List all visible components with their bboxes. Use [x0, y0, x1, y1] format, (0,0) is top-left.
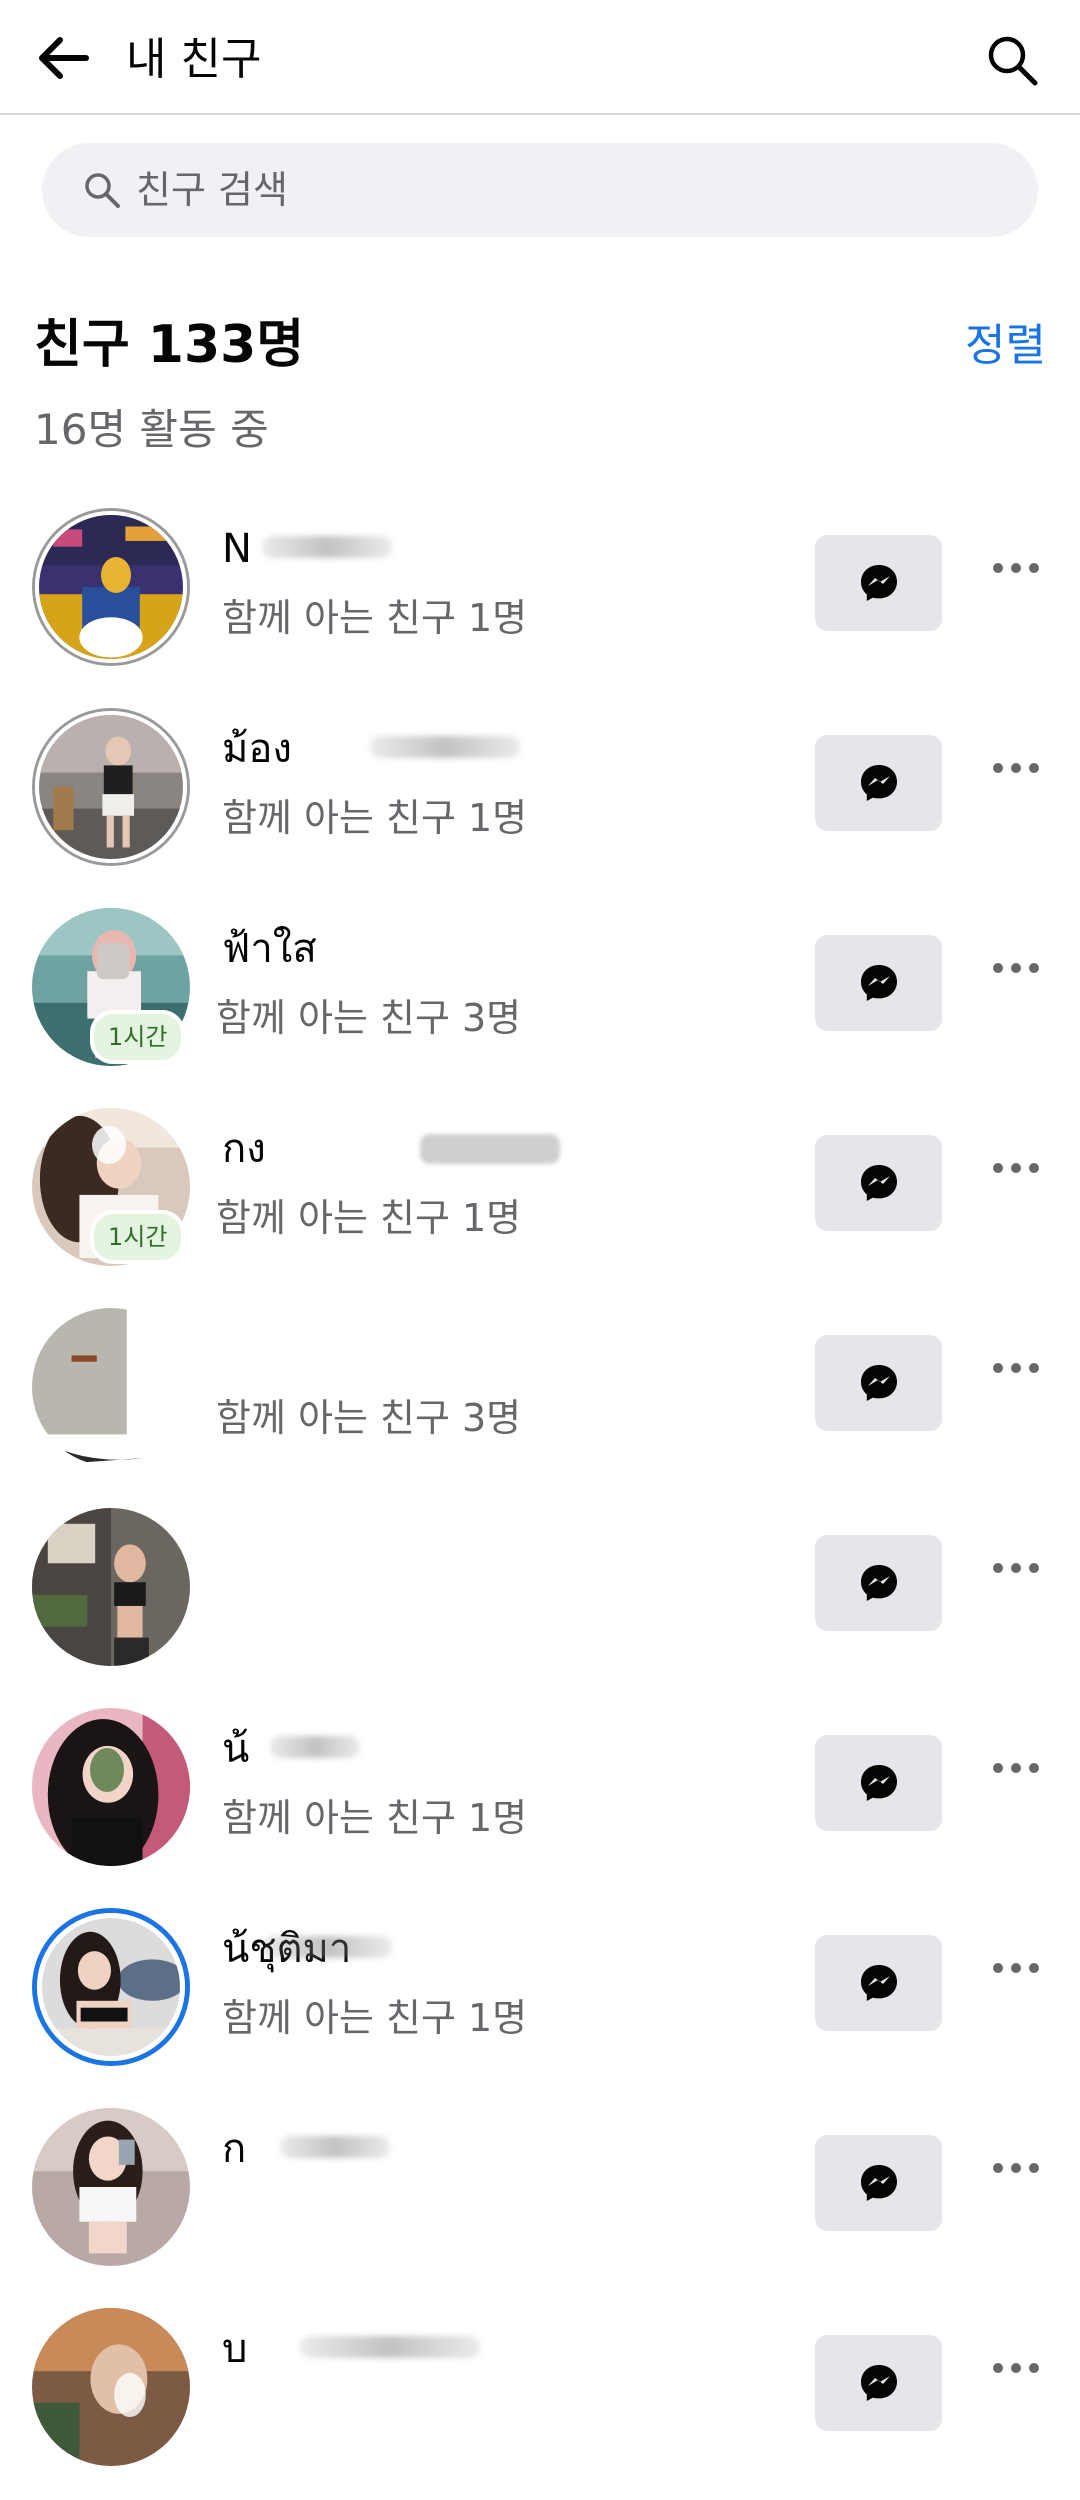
more-options-icon [993, 1363, 1003, 1373]
more-options-button[interactable] [980, 2144, 1052, 2192]
more-options-button[interactable] [980, 544, 1052, 592]
more-options-icon [993, 963, 1003, 973]
avatar[interactable] [32, 508, 190, 666]
more-options-button[interactable] [980, 1344, 1052, 1392]
more-options-button[interactable] [980, 1544, 1052, 1592]
friend-name[interactable]: N [222, 524, 252, 574]
friend-name[interactable]: บ [222, 2324, 247, 2374]
redacted-name [280, 2136, 390, 2158]
message-button[interactable] [815, 1135, 942, 1231]
mutual-friends: 함께 아는 친구 1명 [222, 796, 528, 840]
more-options-button[interactable] [980, 744, 1052, 792]
more-options-icon [993, 2363, 1003, 2373]
message-button[interactable] [815, 2335, 942, 2431]
messenger-icon [860, 565, 897, 601]
redacted-name [262, 536, 392, 558]
message-button[interactable] [815, 535, 942, 631]
message-button[interactable] [815, 1335, 942, 1431]
message-button[interactable] [815, 735, 942, 831]
more-options-icon [993, 763, 1003, 773]
friend-search-bar[interactable] [42, 143, 1038, 237]
friend-row[interactable]: 1시간 ฟ้าใส 함께 아는 친구 3명 [0, 900, 1080, 1100]
active-friends-count: 16명 활동 중 [34, 405, 269, 454]
more-options-button[interactable] [980, 1744, 1052, 1792]
friend-name[interactable]: ก [222, 2124, 246, 2174]
messenger-icon [860, 1965, 897, 2001]
mutual-friends: 함께 아는 친구 3명 [216, 996, 522, 1040]
messenger-icon [860, 965, 897, 1001]
more-options-icon [993, 1963, 1003, 1973]
friend-row[interactable]: น้ชุติมา 함께 아는 친구 1명 [0, 1900, 1080, 2100]
mutual-friends: 함께 아는 친구 1명 [222, 596, 528, 640]
more-options-button[interactable] [980, 944, 1052, 992]
redacted-name [300, 2336, 480, 2358]
top-app-bar: 내 친구 [0, 0, 1080, 115]
avatar[interactable] [32, 1708, 190, 1866]
messenger-icon [860, 1565, 897, 1601]
mutual-friends: 함께 아는 친구 1명 [222, 1996, 528, 2040]
message-button[interactable] [815, 1935, 942, 2031]
friend-name[interactable]: ม้อง [222, 724, 292, 774]
friend-row[interactable]: ม้อง 함께 아는 친구 1명 [0, 700, 1080, 900]
redacted-name [420, 1134, 560, 1164]
avatar[interactable] [32, 1308, 190, 1466]
message-button[interactable] [815, 2135, 942, 2231]
mutual-friends: 함께 아는 친구 3명 [216, 1396, 522, 1440]
messenger-icon [860, 2165, 897, 2201]
friend-row[interactable]: 1시간 กง 함께 아는 친구 1명 [0, 1100, 1080, 1300]
search-icon [80, 168, 124, 212]
redacted-name [370, 736, 520, 758]
active-time-badge: 1시간 [90, 1210, 186, 1264]
mutual-friends: 함께 아는 친구 1명 [216, 1196, 522, 1240]
avatar[interactable] [32, 708, 190, 866]
more-options-button[interactable] [980, 2344, 1052, 2392]
friend-row[interactable] [0, 1500, 1080, 1700]
friend-name[interactable]: ฟ้าใส [222, 924, 317, 974]
avatar[interactable] [32, 1908, 190, 2066]
avatar[interactable]: 1시간 [32, 1108, 190, 1266]
more-options-icon [993, 1163, 1003, 1173]
active-time-badge: 1시간 [90, 1010, 186, 1064]
sort-button[interactable]: 정렬 [965, 316, 1046, 376]
friend-name[interactable]: กง [222, 1124, 266, 1174]
messenger-icon [860, 1765, 897, 1801]
friend-list: N 함께 아는 친구 1명 ม้อง 함께 아는 친구 1명 1시간 ฟ้าใส… [0, 500, 1080, 2500]
friend-row[interactable]: N 함께 아는 친구 1명 [0, 500, 1080, 700]
friend-row[interactable]: บ [0, 2300, 1080, 2500]
messenger-icon [860, 1365, 897, 1401]
messenger-icon [860, 2365, 897, 2401]
more-options-icon [993, 1763, 1003, 1773]
back-arrow-icon [39, 37, 89, 79]
avatar[interactable] [32, 2308, 190, 2466]
header-search-button[interactable] [980, 28, 1044, 92]
friend-row[interactable]: 함께 아는 친구 3명 [0, 1300, 1080, 1500]
page-title: 내 친구 [126, 34, 262, 85]
redacted-name [270, 1736, 360, 1758]
redacted-name [262, 1936, 392, 1958]
back-button[interactable] [30, 28, 94, 88]
more-options-icon [993, 563, 1003, 573]
mutual-friends: 함께 아는 친구 1명 [222, 1796, 528, 1840]
avatar[interactable]: 1시간 [32, 908, 190, 1066]
messenger-icon [860, 765, 897, 801]
more-options-icon [993, 2163, 1003, 2173]
message-button[interactable] [815, 1735, 942, 1831]
friends-count-heading: 친구 133명 [34, 315, 305, 375]
avatar[interactable] [32, 2108, 190, 2266]
friend-search-input[interactable] [134, 167, 938, 213]
messenger-icon [860, 1165, 897, 1201]
avatar[interactable] [32, 1508, 190, 1666]
more-options-icon [993, 1563, 1003, 1573]
friend-name[interactable]: น้ [222, 1724, 249, 1774]
message-button[interactable] [815, 1535, 942, 1631]
search-icon [988, 36, 1038, 86]
message-button[interactable] [815, 935, 942, 1031]
friend-row[interactable]: ก [0, 2100, 1080, 2300]
more-options-button[interactable] [980, 1944, 1052, 1992]
friend-row[interactable]: น้ 함께 아는 친구 1명 [0, 1700, 1080, 1900]
more-options-button[interactable] [980, 1144, 1052, 1192]
